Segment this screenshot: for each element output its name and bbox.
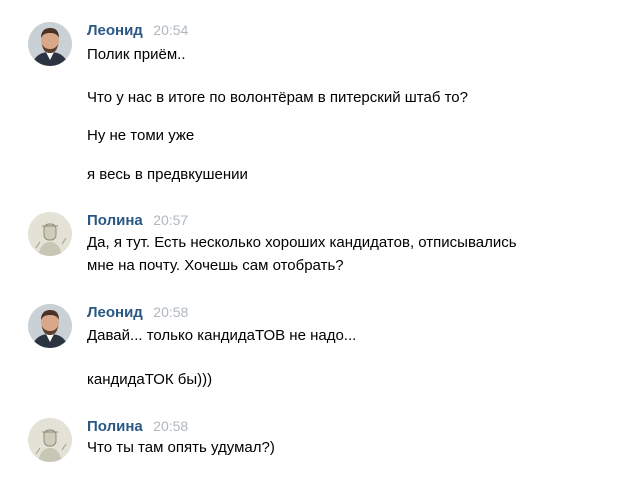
message-time[interactable]: 20:58 <box>153 304 188 320</box>
message-text: я весь в предвкушении <box>87 166 248 183</box>
message-time[interactable]: 20:54 <box>153 22 188 38</box>
sketch-portrait-icon <box>28 212 72 256</box>
avatar[interactable] <box>28 418 72 462</box>
message-text: мне на почту. Хочешь сам отобрать? <box>87 257 344 274</box>
message-text: кандидаТОК бы))) <box>87 371 213 388</box>
message-text: Да, я тут. Есть несколько хороших кандид… <box>87 234 517 251</box>
message-time[interactable]: 20:58 <box>153 418 188 434</box>
message-text: Давай... только кандидаТОВ не надо... <box>87 327 357 344</box>
message-text: Ну не томи уже <box>87 127 195 144</box>
author-name[interactable]: Леонид <box>87 304 143 321</box>
author-name[interactable]: Полина <box>87 212 143 229</box>
author-name[interactable]: Полина <box>87 418 143 435</box>
avatar[interactable] <box>28 212 72 256</box>
message-time[interactable]: 20:57 <box>153 212 188 228</box>
sketch-portrait-icon <box>28 418 72 462</box>
message-text: Что ты там опять удумал?) <box>87 439 275 456</box>
avatar[interactable] <box>28 304 72 348</box>
message-text: Что у нас в итоге по волонтёрам в питерс… <box>87 89 468 106</box>
avatar[interactable] <box>28 22 72 66</box>
man-portrait-icon <box>28 304 72 348</box>
man-portrait-icon <box>28 22 72 66</box>
author-name[interactable]: Леонид <box>87 22 143 39</box>
message-text: Полик приём.. <box>87 46 186 63</box>
